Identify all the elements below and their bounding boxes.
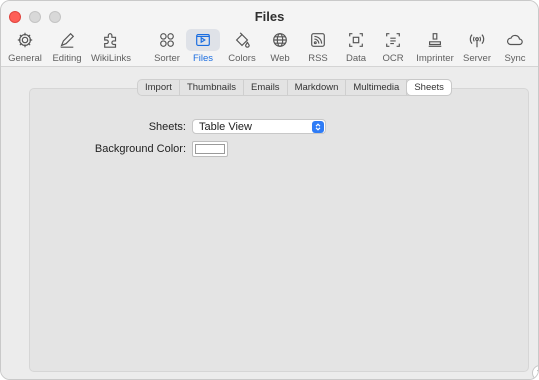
toolbar-label: Sync bbox=[504, 53, 526, 64]
circles-icon bbox=[150, 29, 184, 51]
data-icon bbox=[339, 29, 373, 51]
preferences-toolbar: General Editing WikiLinks Sorter Files C… bbox=[1, 29, 538, 65]
color-swatch bbox=[195, 144, 225, 154]
tab-emails[interactable]: Emails bbox=[244, 80, 288, 95]
toolbar-item-wikilinks[interactable]: WikiLinks bbox=[87, 29, 135, 65]
toolbar-item-server[interactable]: Server bbox=[457, 29, 497, 65]
toolbar-label: OCR bbox=[382, 53, 404, 64]
toolbar-item-ocr[interactable]: OCR bbox=[373, 29, 413, 65]
rss-icon bbox=[301, 29, 335, 51]
tab-markdown[interactable]: Markdown bbox=[288, 80, 347, 95]
tab-thumbnails[interactable]: Thumbnails bbox=[180, 80, 245, 95]
help-button[interactable]: ? bbox=[532, 365, 538, 379]
background-color-label: Background Color: bbox=[94, 143, 186, 155]
toolbar-label: Colors bbox=[228, 53, 256, 64]
globe-icon bbox=[263, 29, 297, 51]
toolbar-item-files[interactable]: Files bbox=[183, 29, 223, 65]
toolbar-label: Sorter bbox=[154, 53, 180, 64]
window-title: Files bbox=[254, 9, 285, 24]
sheets-select-value: Table View bbox=[199, 120, 252, 133]
toolbar-item-imprinter[interactable]: Imprinter bbox=[413, 29, 457, 65]
toolbar-label: Files bbox=[192, 53, 214, 64]
preferences-content: Sheets: Table View Background Color: ? I… bbox=[1, 67, 538, 379]
preferences-window: Files General Editing WikiLinks Sorter F… bbox=[0, 0, 539, 380]
cloud-icon bbox=[498, 29, 532, 51]
toolbar-item-editing[interactable]: Editing bbox=[47, 29, 87, 65]
files-icon bbox=[186, 29, 220, 51]
toolbar-item-general[interactable]: General bbox=[5, 29, 45, 65]
toolbar-item-sorter[interactable]: Sorter bbox=[147, 29, 187, 65]
tab-multimedia[interactable]: Multimedia bbox=[346, 80, 408, 95]
toolbar-label: Editing bbox=[52, 53, 82, 64]
pencil-icon bbox=[50, 29, 84, 51]
toolbar-item-colors[interactable]: Colors bbox=[222, 29, 262, 65]
stamp-icon bbox=[418, 29, 452, 51]
settings-panel: Sheets: Table View Background Color: ? bbox=[29, 88, 538, 379]
chevron-up-down-icon bbox=[312, 120, 324, 133]
tab-bar: Import Thumbnails Emails Markdown Multim… bbox=[137, 79, 452, 96]
toolbar-label: Server bbox=[463, 53, 491, 64]
sheets-select[interactable]: Table View bbox=[192, 119, 326, 134]
toolbar-label: Imprinter bbox=[416, 53, 454, 64]
toolbar-item-data[interactable]: Data bbox=[336, 29, 376, 65]
sheets-label: Sheets: bbox=[148, 120, 186, 133]
title-bar: Files General Editing WikiLinks Sorter F… bbox=[1, 1, 538, 67]
paint-bucket-icon bbox=[225, 29, 259, 51]
tab-sheets[interactable]: Sheets bbox=[407, 80, 451, 95]
toolbar-item-web[interactable]: Web bbox=[260, 29, 300, 65]
broadcast-icon bbox=[460, 29, 494, 51]
puzzle-icon bbox=[94, 29, 128, 51]
gear-icon bbox=[8, 29, 42, 51]
toolbar-label: WikiLinks bbox=[90, 53, 132, 64]
toolbar-label: RSS bbox=[308, 53, 328, 64]
toolbar-item-sync[interactable]: Sync bbox=[495, 29, 535, 65]
toolbar-item-rss[interactable]: RSS bbox=[298, 29, 338, 65]
toolbar-label: General bbox=[8, 53, 42, 64]
toolbar-label: Web bbox=[270, 53, 290, 64]
tab-import[interactable]: Import bbox=[138, 80, 180, 95]
toolbar-label: Data bbox=[345, 53, 367, 64]
sheets-row: Sheets: Table View bbox=[30, 119, 326, 134]
ocr-icon bbox=[376, 29, 410, 51]
background-color-well[interactable] bbox=[192, 141, 228, 157]
background-color-row: Background Color: bbox=[30, 141, 228, 157]
